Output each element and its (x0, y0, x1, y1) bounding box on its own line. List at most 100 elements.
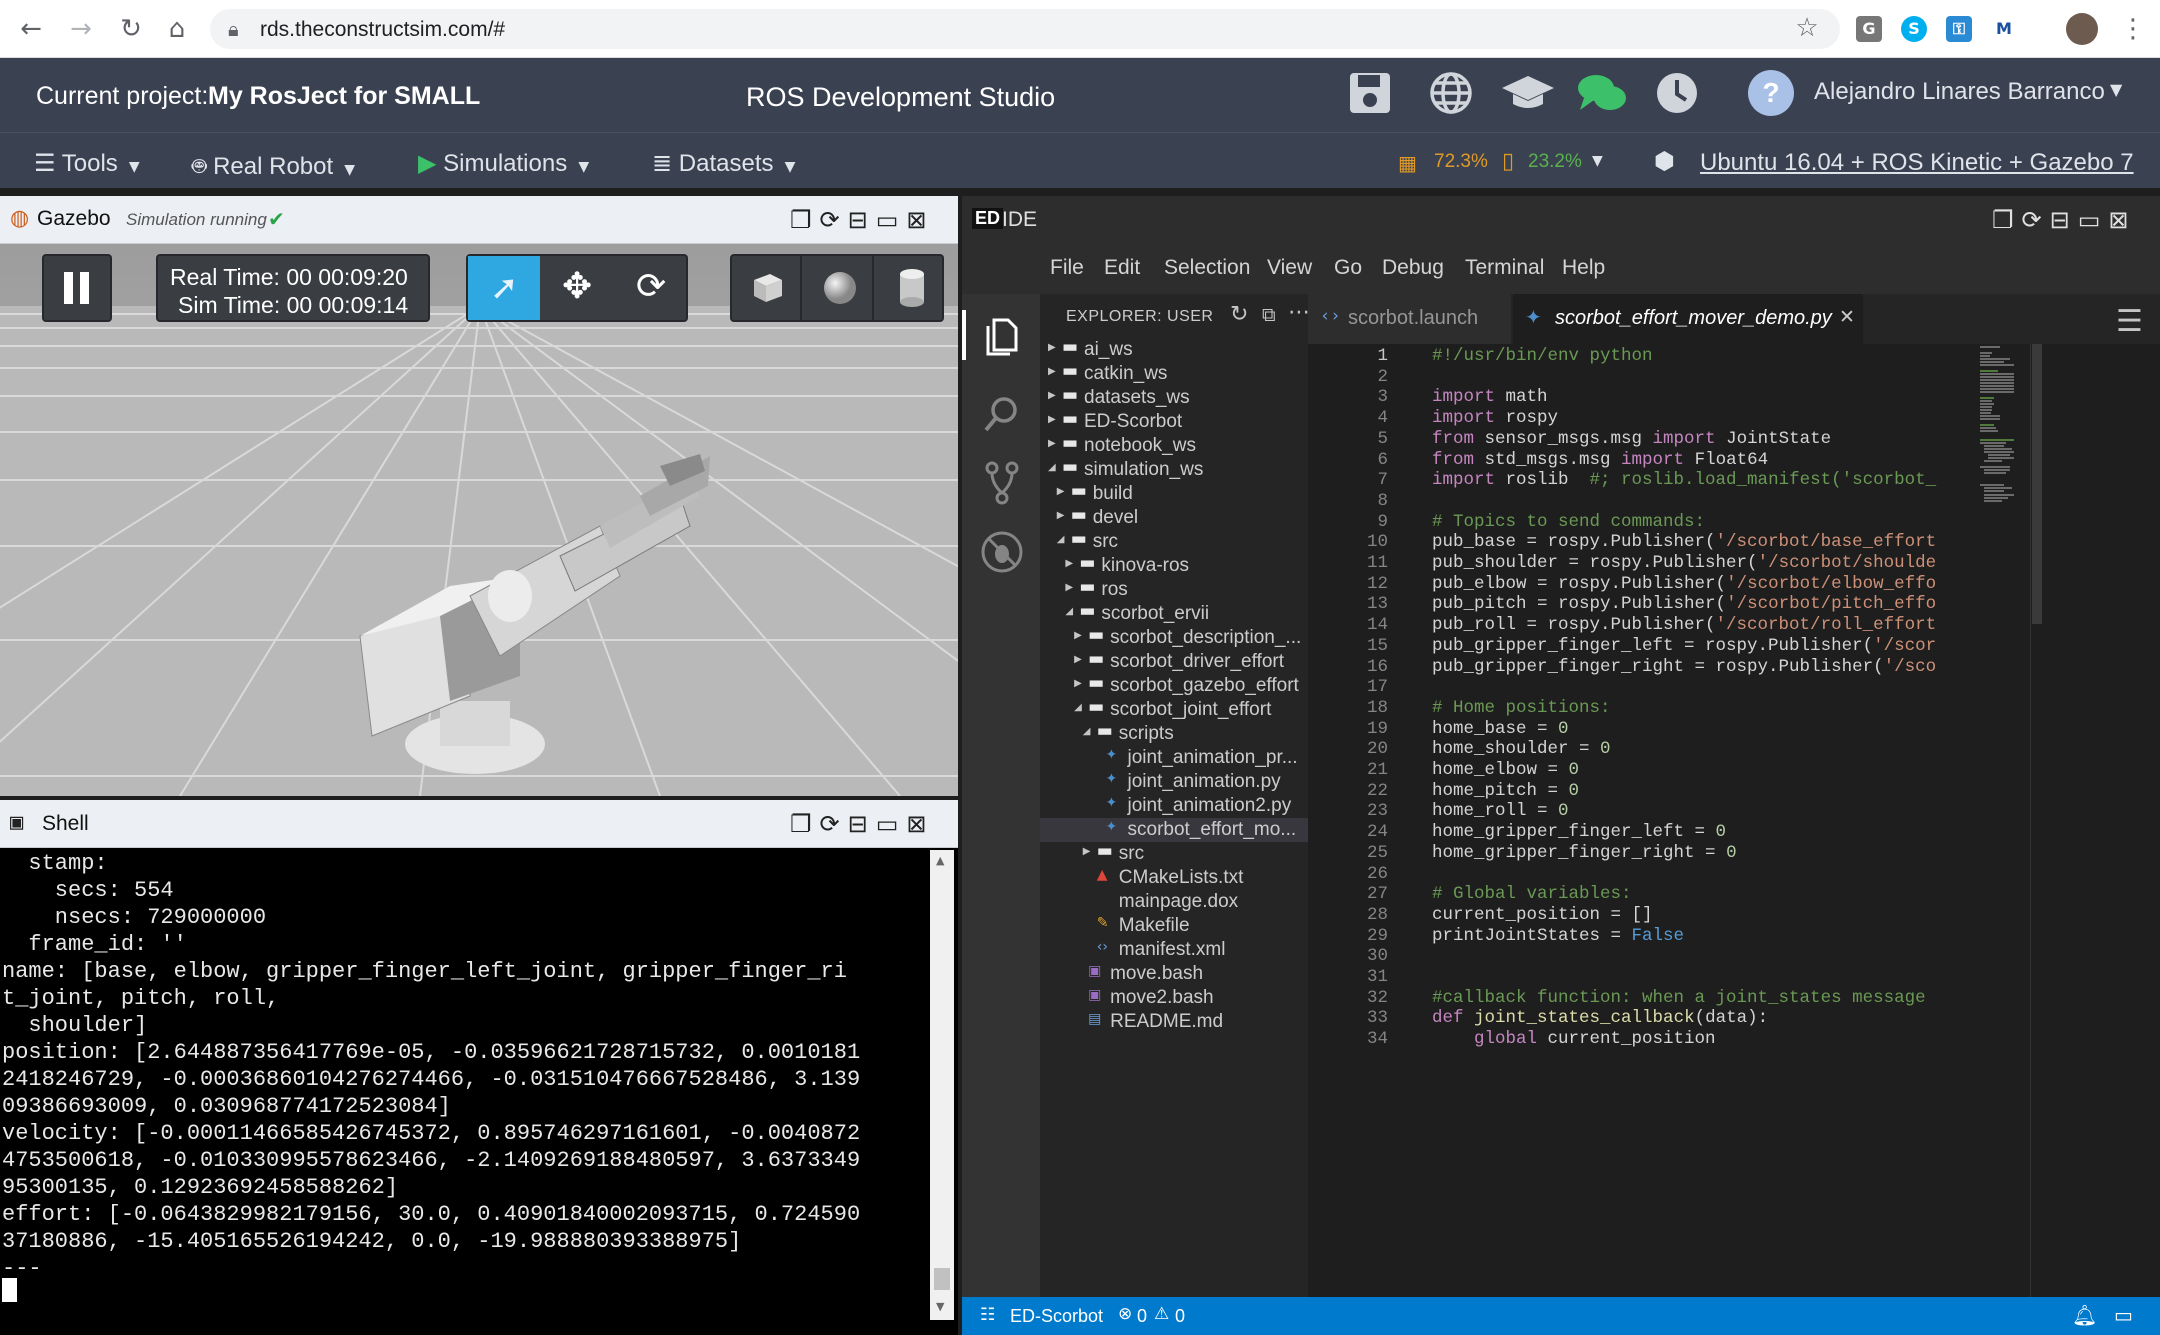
tree-folder[interactable]: ▶ ▬ ai_ws (1040, 338, 1308, 362)
chevron-right-icon[interactable]: ▶ (1048, 414, 1056, 425)
tree-folder[interactable]: ▶ ▬ scorbot_driver_effort (1040, 650, 1308, 674)
tree-file[interactable]: ▲ CMakeLists.txt (1040, 866, 1308, 890)
kebab-menu-icon[interactable]: ⋮ (2118, 14, 2148, 44)
close-icon[interactable]: ⊠ (906, 810, 934, 838)
menu-file[interactable]: File (1050, 256, 1084, 280)
environment-link[interactable]: Ubuntu 16.04 + ROS Kinetic + Gazebo 7 (1700, 149, 2134, 177)
minimize-icon[interactable]: ⊟ (2050, 206, 2078, 234)
minimize-icon[interactable]: ⊟ (848, 810, 876, 838)
menu-help[interactable]: Help (1562, 256, 1605, 280)
menu-real-robot[interactable]: 🤖︎ Real Robot ▼ (192, 149, 355, 184)
source-control-icon[interactable] (982, 460, 1022, 506)
tree-file[interactable]: ‹› manifest.xml (1040, 938, 1308, 962)
close-icon[interactable]: ⊠ (2108, 206, 2136, 234)
clock-icon[interactable] (1654, 70, 1700, 126)
save-icon[interactable] (1347, 70, 1393, 126)
notification-bell-icon[interactable]: 🔔︎ (2072, 1303, 2097, 1327)
pause-button[interactable] (42, 254, 112, 322)
help-icon[interactable]: ? (1746, 68, 1796, 128)
chevron-down-icon[interactable]: ◢ (1074, 702, 1082, 713)
scroll-up-icon[interactable]: ▲ (936, 854, 944, 867)
menu-selection[interactable]: Selection (1164, 256, 1250, 280)
restore-icon[interactable]: ❐ (1992, 206, 2022, 234)
tab-scorbot-effort-mover-demo[interactable]: ✦ scorbot_effort_mover_demo.py ✕ (1513, 294, 1863, 344)
user-name[interactable]: Alejandro Linares Barranco (1814, 78, 2105, 106)
tree-file[interactable]: ✎ Makefile (1040, 914, 1308, 938)
chevron-down-icon[interactable]: ◢ (1057, 534, 1065, 545)
editor-scrollbar[interactable] (2030, 344, 2042, 1297)
extension-key-icon[interactable]: ⚿ (1946, 16, 1972, 42)
user-dropdown-icon[interactable]: ▼ (2110, 80, 2122, 99)
chevron-right-icon[interactable]: ▶ (1083, 846, 1091, 857)
refresh-explorer-icon[interactable]: ↻ (1230, 302, 1248, 327)
chevron-right-icon[interactable]: ▶ (1057, 486, 1065, 497)
tree-folder[interactable]: ▶ ▬ scorbot_description_... (1040, 626, 1308, 650)
tree-folder[interactable]: ▶ ▬ build (1040, 482, 1308, 506)
minimize-icon[interactable]: ⊟ (848, 206, 876, 234)
outline-icon[interactable]: ☰ (2116, 304, 2143, 339)
chevron-right-icon[interactable]: ▶ (1065, 582, 1073, 593)
select-tool-button[interactable]: ➚ (468, 256, 540, 320)
resources-dropdown-icon[interactable]: ▼ (1592, 153, 1603, 169)
menu-terminal[interactable]: Terminal (1465, 256, 1544, 280)
cylinder-shape-button[interactable] (876, 256, 946, 320)
tree-folder[interactable]: ▶ ▬ datasets_ws (1040, 386, 1308, 410)
menu-debug[interactable]: Debug (1382, 256, 1444, 280)
tree-file[interactable]: ▣ move2.bash (1040, 986, 1308, 1010)
back-icon[interactable]: ← (16, 14, 46, 44)
forward-icon[interactable]: → (66, 14, 96, 44)
tree-folder[interactable]: ▶ ▬ devel (1040, 506, 1308, 530)
refresh-icon[interactable]: ⟳ (820, 810, 848, 838)
menu-go[interactable]: Go (1334, 256, 1362, 280)
tree-file[interactable]: ✦ joint_animation.py (1040, 770, 1308, 794)
chevron-right-icon[interactable]: ▶ (1074, 630, 1082, 641)
tree-folder[interactable]: ▶ ▬ scorbot_gazebo_effort (1040, 674, 1308, 698)
extension-g-icon[interactable]: G (1856, 16, 1882, 42)
tree-folder[interactable]: ◢ ▬ src (1040, 530, 1308, 554)
globe-icon[interactable] (1428, 70, 1474, 126)
close-tab-icon[interactable]: ✕ (1839, 306, 1855, 328)
search-icon[interactable] (982, 394, 1022, 434)
skype-icon[interactable]: S (1901, 16, 1927, 42)
chat-icon[interactable] (1576, 70, 1628, 126)
scroll-down-icon[interactable]: ▼ (936, 1300, 944, 1313)
close-icon[interactable]: ⊠ (906, 206, 934, 234)
tab-scorbot-launch[interactable]: ‹› scorbot.launch (1308, 294, 1512, 344)
extension-m-icon[interactable]: M (1991, 16, 2017, 42)
code-editor[interactable]: 1 #!/usr/bin/env python 2 3 import math 4 impo… (1308, 344, 2160, 1297)
tree-file[interactable]: ✦ joint_animation2.py (1040, 794, 1308, 818)
restore-icon[interactable]: ❐ (790, 206, 820, 234)
box-shape-button[interactable] (732, 256, 802, 320)
tree-folder[interactable]: ▶ ▬ src (1040, 842, 1308, 866)
maximize-icon[interactable]: ▭ (876, 206, 907, 234)
chevron-right-icon[interactable]: ▶ (1048, 342, 1056, 353)
tree-folder[interactable]: ▶ ▬ ros (1040, 578, 1308, 602)
sphere-shape-button[interactable] (804, 256, 874, 320)
panel-toggle-icon[interactable]: ▭ (2114, 1303, 2133, 1327)
more-actions-icon[interactable]: ⋯ (1288, 300, 1308, 325)
tree-file[interactable]: ✦ joint_animation_pr... (1040, 746, 1308, 770)
tree-file[interactable]: ▣ move.bash (1040, 962, 1308, 986)
menu-simulations[interactable]: ▶ Simulations ▼ (418, 149, 589, 178)
tree-folder[interactable]: ◢ ▬ scorbot_ervii (1040, 602, 1308, 626)
status-errors[interactable]: 0 (1137, 1306, 1147, 1327)
menu-view[interactable]: View (1267, 256, 1312, 280)
chevron-right-icon[interactable]: ▶ (1048, 390, 1056, 401)
collapse-all-icon[interactable]: ⧉ (1262, 304, 1276, 326)
tree-folder[interactable]: ▶ ▬ kinova-ros (1040, 554, 1308, 578)
tree-folder[interactable]: ▶ ▬ ED-Scorbot (1040, 410, 1308, 434)
chevron-down-icon[interactable]: ◢ (1083, 726, 1091, 737)
debug-icon[interactable] (980, 530, 1024, 574)
menu-tools[interactable]: ☰ Tools ▼ (34, 149, 140, 178)
menu-datasets[interactable]: ≣ Datasets ▼ (652, 149, 795, 178)
shell-output[interactable]: stamp: secs: 554 nsecs: 729000000 frame_… (0, 850, 930, 1335)
files-icon[interactable] (982, 314, 1022, 358)
chevron-right-icon[interactable]: ▶ (1065, 558, 1073, 569)
shell-scroll-thumb[interactable] (934, 1268, 950, 1290)
chevron-right-icon[interactable]: ▶ (1057, 510, 1065, 521)
tree-file[interactable]: mainpage.dox (1040, 890, 1308, 914)
minimap[interactable] (1978, 344, 2030, 1297)
maximize-icon[interactable]: ▭ (876, 810, 907, 838)
editor-scroll-thumb[interactable] (2032, 344, 2042, 624)
chevron-down-icon[interactable]: ◢ (1065, 606, 1073, 617)
